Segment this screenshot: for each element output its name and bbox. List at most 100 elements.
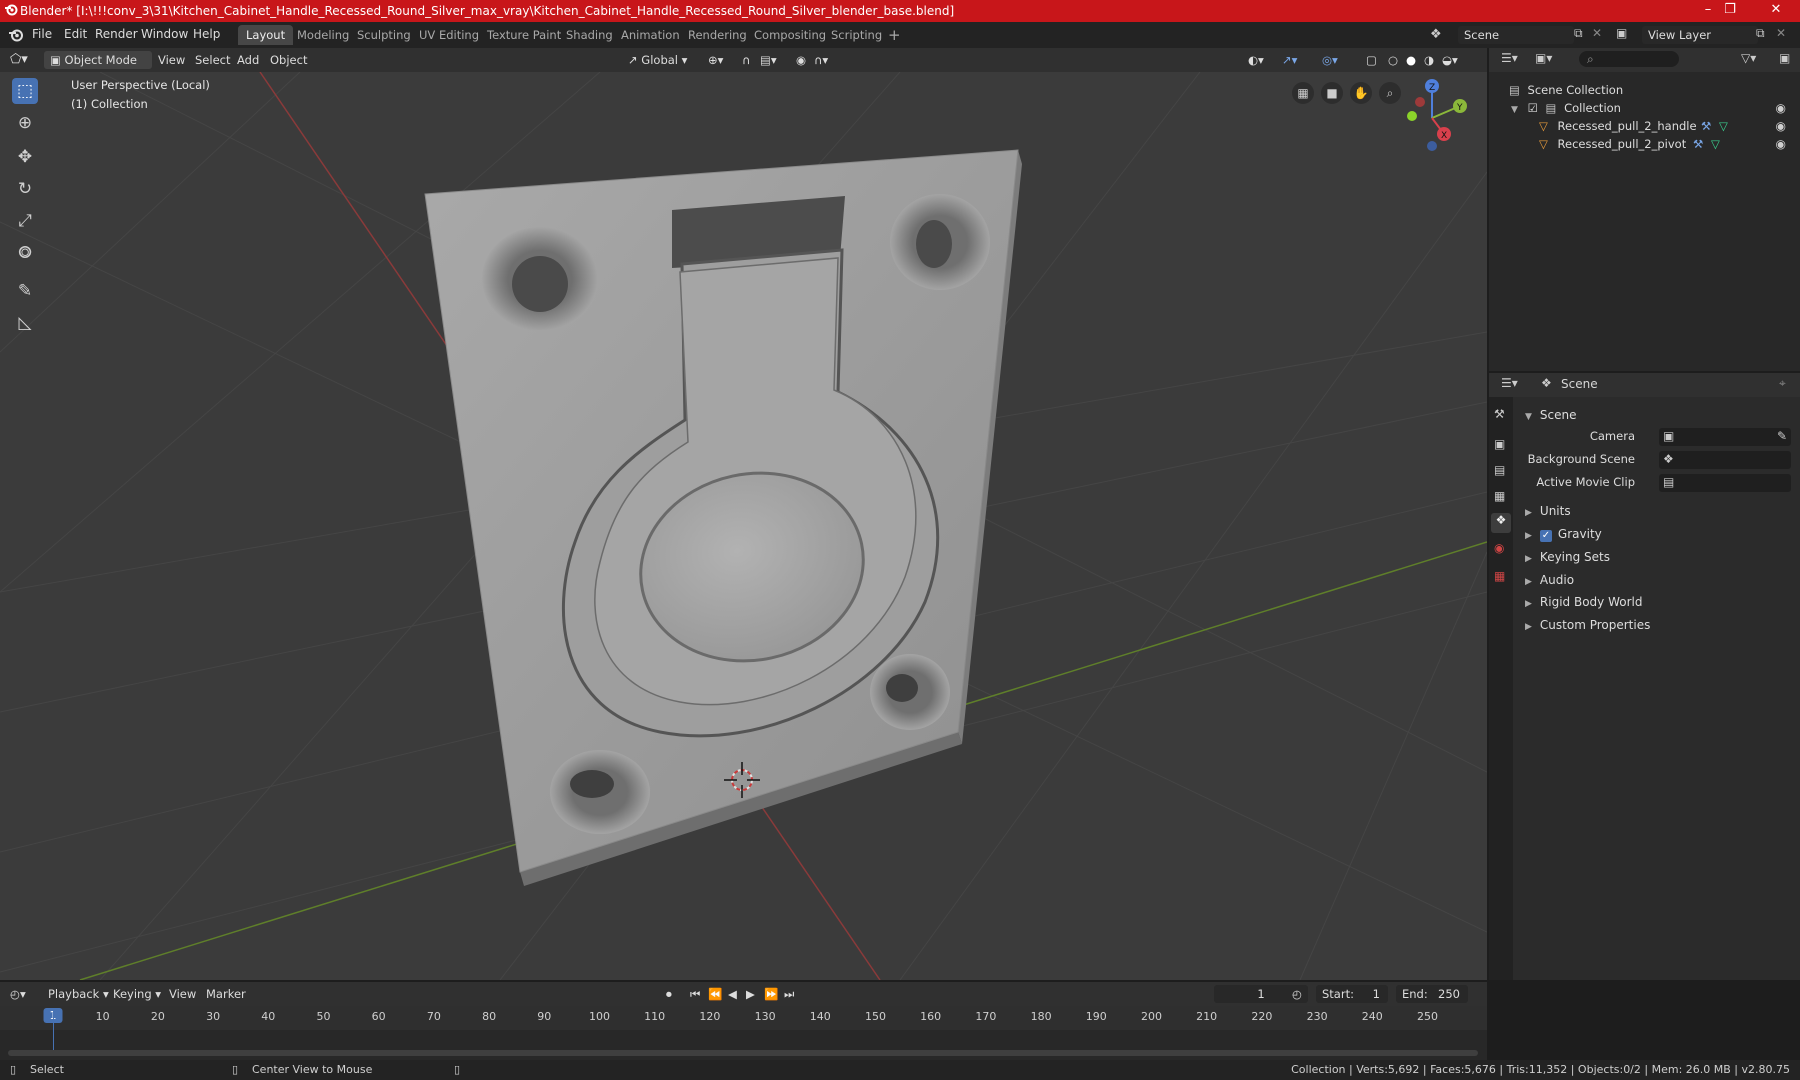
select-box-tool-icon[interactable]: ⬚ [12,78,38,104]
menu-edit[interactable]: Edit [64,27,87,41]
scene-tab-icon[interactable]: ❖ [1491,513,1511,533]
rigid-body-world-panel[interactable]: ▶ Rigid Body World [1525,595,1642,609]
menu-view[interactable]: View [169,985,196,1003]
texture-tab-icon[interactable]: ▦ [1494,569,1505,583]
mesh-data-icon[interactable]: ▽ [1711,135,1720,153]
outliner-search-input[interactable]: ⌕ [1579,51,1679,67]
maximize-button[interactable]: ❐ [1710,0,1750,22]
mesh-data-icon[interactable]: ▽ [1719,117,1728,135]
menu-render[interactable]: Render [95,27,138,41]
menu-window[interactable]: Window [141,27,188,41]
gizmo-toggle-icon[interactable]: ↗▾ [1282,51,1297,69]
tab-modeling[interactable]: Modeling [289,25,357,45]
delete-view-layer-icon[interactable]: ✕ [1776,26,1786,40]
menu-object[interactable]: Object [270,51,307,69]
timeline-editor-type-icon[interactable]: ◴▾ [10,985,26,1003]
viewport-scene[interactable] [0,72,1487,980]
tab-sculpting[interactable]: Sculpting [349,25,419,45]
menu-playback[interactable]: Playback ▾ [48,985,109,1003]
outliner-object-row[interactable]: ▽ Recessed_pull_2_pivot ⚒ ▽ ◉ [1489,135,1800,153]
measure-tool-icon[interactable]: ◺ [12,310,38,336]
collapse-arrow-icon[interactable]: ▼ [1511,105,1518,115]
scene-name-field[interactable]: Scene [1458,26,1574,44]
view-layer-tab-icon[interactable]: ▦ [1494,489,1505,503]
material-shading-icon[interactable]: ◑ [1424,51,1434,69]
new-collection-icon[interactable]: ▣ [1779,51,1790,65]
move-tool-icon[interactable]: ✥ [12,144,38,170]
modifier-icon[interactable]: ⚒ [1693,135,1703,153]
camera-view-icon[interactable]: ■ [1321,82,1343,104]
editor-type-icon[interactable]: ⬠▾ [10,51,28,69]
eye-icon[interactable]: ◉ [1776,117,1786,135]
filter-icon[interactable]: ▽▾ [1741,51,1756,65]
display-mode-icon[interactable]: ▣▾ [1535,51,1552,65]
rotate-tool-icon[interactable]: ↻ [12,176,38,202]
rendered-shading-icon[interactable]: ◒▾ [1442,51,1458,69]
menu-help[interactable]: Help [193,27,220,41]
tab-layout[interactable]: Layout [238,25,294,45]
end-frame-field[interactable]: End: 250 [1396,985,1468,1003]
view-layer-field[interactable]: View Layer [1642,26,1758,44]
outliner-editor-type-icon[interactable]: ☰▾ [1501,51,1518,65]
menu-keying[interactable]: Keying ▾ [113,985,161,1003]
tool-tab-icon[interactable]: ⚒ [1494,407,1505,421]
toggle-grid-icon[interactable]: ▦ [1292,82,1314,104]
transform-tool-icon[interactable]: ⭗ [12,240,38,266]
outliner-object-row[interactable]: ▽ Recessed_pull_2_handle ⚒ ▽ ◉ [1489,117,1800,135]
timeline-scrollbar[interactable] [8,1050,1478,1056]
gravity-panel[interactable]: ▶ ✓ Gravity [1525,527,1602,542]
next-keyframe-icon[interactable]: ⏩ [764,985,778,1003]
snap-magnet-icon[interactable]: ∩ [742,51,750,69]
timeline-body[interactable]: 1102030405060708090100110120130140150160… [0,1006,1487,1060]
audio-panel[interactable]: ▶ Audio [1525,573,1574,587]
pin-icon[interactable]: ⌖ [1779,376,1786,391]
collection-checkbox[interactable]: ☑ [1528,101,1538,115]
navigation-gizmo[interactable]: Z Y X [1400,76,1480,156]
custom-properties-panel[interactable]: ▶ Custom Properties [1525,618,1650,632]
tab-texture-paint[interactable]: Texture Paint [479,25,569,45]
snap-target-icon[interactable]: ▤▾ [760,51,777,69]
eyedropper-icon[interactable]: ✎ [1777,429,1787,443]
new-scene-icon[interactable]: ⧉ [1574,26,1583,41]
jump-start-icon[interactable]: ⏮ [690,985,700,1003]
tab-uv-editing[interactable]: UV Editing [411,25,487,45]
menu-file[interactable]: File [32,27,52,41]
preview-range-icon[interactable]: ◴ [1292,985,1302,1003]
tab-compositing[interactable]: Compositing [746,25,834,45]
jump-end-icon[interactable]: ⏭ [784,985,794,1003]
annotate-tool-icon[interactable]: ✎ [12,278,38,304]
orientation-dropdown[interactable]: ↗ Global ▾ [628,51,687,69]
outliner-collection-row[interactable]: ▼ ☑ ▤ Collection ◉ [1489,99,1800,117]
solid-shading-icon[interactable]: ● [1406,51,1416,69]
menu-add[interactable]: Add [237,51,259,69]
playhead-line[interactable] [53,1010,54,1050]
units-panel[interactable]: ▶ Units [1525,504,1571,518]
camera-field[interactable]: ▣ ✎ [1659,428,1791,446]
3d-viewport[interactable]: User Perspective (Local) (1) Collection … [0,72,1487,980]
pivot-point-icon[interactable]: ⊕▾ [708,51,723,69]
eye-icon[interactable]: ◉ [1776,135,1786,153]
play-icon[interactable]: ▶ [746,985,755,1003]
delete-scene-icon[interactable]: ✕ [1592,26,1602,40]
new-view-layer-icon[interactable]: ⧉ [1756,26,1765,41]
xray-icon[interactable]: ▢ [1366,51,1377,69]
zoom-icon[interactable]: ⌕ [1379,82,1401,104]
pan-hand-icon[interactable]: ✋ [1350,82,1372,104]
menu-marker[interactable]: Marker [206,985,246,1003]
blender-menu-icon[interactable] [8,27,24,43]
active-movie-clip-field[interactable]: ▤ [1659,474,1791,492]
record-icon[interactable]: ⏺ [666,985,672,1003]
tab-animation[interactable]: Animation [613,25,688,45]
play-reverse-icon[interactable]: ◀ [728,985,737,1003]
prev-keyframe-icon[interactable]: ⏪ [708,985,722,1003]
world-tab-icon[interactable]: ◉ [1494,541,1504,555]
background-scene-field[interactable]: ❖ [1659,451,1791,469]
keying-sets-panel[interactable]: ▶ Keying Sets [1525,550,1610,564]
close-button[interactable]: ✕ [1756,0,1796,22]
frame-ruler[interactable]: 1102030405060708090100110120130140150160… [0,1006,1487,1030]
tab-shading[interactable]: Shading [558,25,621,45]
cursor-tool-icon[interactable]: ⊕ [12,110,38,136]
eye-icon[interactable]: ◉ [1776,99,1786,117]
wireframe-shading-icon[interactable]: ○ [1388,51,1398,69]
proportional-edit-icon[interactable]: ◉ [796,51,806,69]
